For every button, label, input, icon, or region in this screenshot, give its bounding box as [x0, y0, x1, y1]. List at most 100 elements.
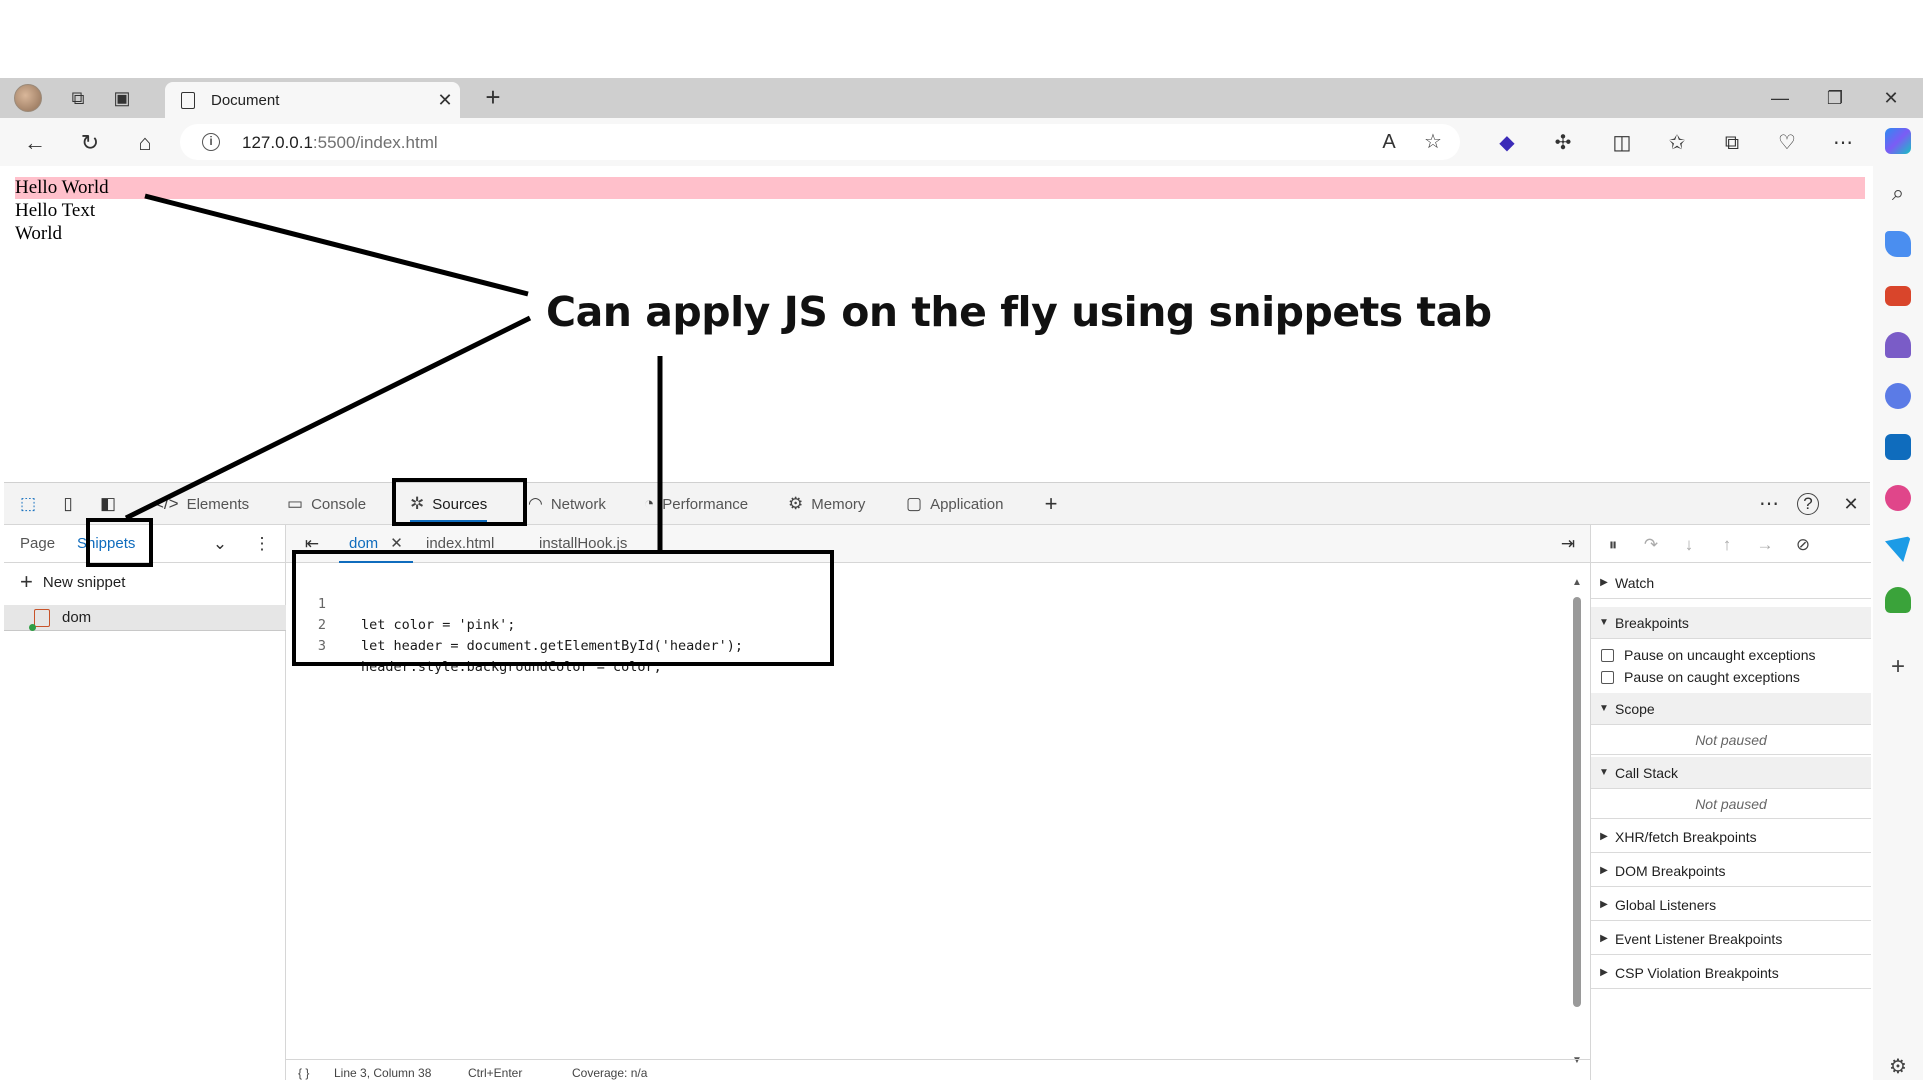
devtools-toolbar: ⬚ ▯ ◧ </> Elements ▭ Console ✲ Sources ◠ Net…	[4, 483, 1870, 525]
code-highlight-box	[292, 550, 834, 666]
close-devtools-icon[interactable]: ✕	[1839, 492, 1863, 516]
toggle-debugger-icon[interactable]: ⇥	[1556, 532, 1580, 556]
pane-title: Scope	[1615, 700, 1655, 717]
tab-actions-icon[interactable]: ▣	[107, 84, 137, 112]
address-bar[interactable]: i 127.0.0.1:5500/index.html A ☆	[180, 124, 1460, 160]
search-icon[interactable]: ⌕	[1885, 180, 1911, 206]
microsoft-365-icon[interactable]	[1885, 383, 1911, 409]
csp-violation-breakpoints-header[interactable]: ▶ CSP Violation Breakpoints	[1591, 957, 1871, 989]
shopping-icon[interactable]	[1885, 231, 1911, 257]
workspaces-icon[interactable]: ⧉	[63, 84, 93, 112]
favorites-icon[interactable]: ✩	[1660, 126, 1694, 160]
devtools-menu-icon[interactable]: ⋯	[1757, 492, 1781, 516]
pause-icon[interactable]: ⏸	[1601, 533, 1625, 557]
tab-memory[interactable]: ⚙ Memory	[788, 483, 865, 525]
site-info-icon[interactable]: i	[202, 133, 220, 151]
call-stack-pane-header[interactable]: ▼ Call Stack	[1591, 757, 1871, 789]
watch-pane-header[interactable]: ▶ Watch	[1591, 567, 1871, 599]
scroll-thumb[interactable]	[1573, 597, 1581, 1007]
split-screen-icon[interactable]: ◫	[1605, 126, 1639, 160]
expand-triangle-icon: ▶	[1600, 831, 1608, 842]
sidebar-settings-icon[interactable]: ⚙	[1885, 1054, 1911, 1080]
step-over-icon[interactable]: ↷	[1639, 533, 1663, 557]
chevron-down-icon[interactable]: ⌄	[208, 532, 232, 556]
add-sidebar-app-icon[interactable]: +	[1885, 654, 1911, 680]
checkbox[interactable]	[1601, 648, 1614, 662]
read-aloud-icon[interactable]: A	[1372, 125, 1406, 159]
favorite-star-icon[interactable]: ☆	[1416, 125, 1450, 159]
pane-title: XHR/fetch Breakpoints	[1615, 828, 1757, 845]
editor-status-bar: { } Line 3, Column 38 Ctrl+Enter Coverag…	[286, 1059, 1590, 1080]
home-icon[interactable]: ⌂	[128, 126, 162, 160]
url-text[interactable]: 127.0.0.1:5500/index.html	[242, 133, 438, 153]
device-emulation-icon[interactable]: ▯	[56, 492, 80, 516]
new-snippet-button[interactable]: + New snippet	[20, 569, 125, 595]
copilot-icon[interactable]	[1885, 128, 1911, 154]
extensions-puzzle-icon[interactable]: ✣	[1546, 126, 1580, 160]
scope-pane-header[interactable]: ▼ Scope	[1591, 693, 1871, 725]
expand-triangle-icon: ▶	[1600, 899, 1608, 910]
send-icon[interactable]	[1885, 536, 1911, 562]
more-tools-add-icon[interactable]: +	[1039, 492, 1063, 516]
pause-caught-checkbox[interactable]: Pause on caught exceptions	[1601, 667, 1800, 687]
browser-tab-document[interactable]: Document ✕	[165, 82, 460, 118]
top-margin	[0, 0, 1923, 78]
designer-icon[interactable]	[1885, 485, 1911, 511]
restore-button[interactable]: ❐	[1812, 82, 1858, 114]
step-out-icon[interactable]: ↑	[1715, 533, 1739, 557]
navigator-more-icon[interactable]: ⋮	[250, 532, 274, 556]
close-window-button[interactable]: ✕	[1868, 82, 1914, 114]
back-icon[interactable]: ←	[18, 126, 52, 160]
page-text-line: Hello Text	[15, 200, 96, 221]
expand-triangle-icon: ▶	[1600, 865, 1608, 876]
sources-navigator: Page Snippets ⌄ ⋮ + New snippet dom	[4, 525, 286, 1080]
pane-title: DOM Breakpoints	[1615, 862, 1726, 879]
editor-scrollbar[interactable]: ▲ ▼	[1572, 577, 1582, 1067]
outlook-icon[interactable]	[1885, 434, 1911, 460]
debugger-toolbar: ⏸ ↷ ↓ ↑ → ⊘	[1591, 525, 1871, 563]
xhr-breakpoints-header[interactable]: ▶ XHR/fetch Breakpoints	[1591, 821, 1871, 853]
scroll-up-icon[interactable]: ▲	[1572, 577, 1582, 588]
more-menu-icon[interactable]: ⋯	[1826, 126, 1860, 160]
tree-icon[interactable]	[1885, 587, 1911, 613]
collections-icon[interactable]: ⧉	[1715, 126, 1749, 160]
tab-network[interactable]: ◠ Network	[528, 483, 606, 525]
breakpoints-pane-header[interactable]: ▼ Breakpoints	[1591, 607, 1871, 639]
games-icon[interactable]	[1885, 332, 1911, 358]
help-icon[interactable]: ?	[1797, 493, 1819, 515]
collapse-triangle-icon: ▼	[1599, 767, 1609, 778]
inspect-element-icon[interactable]: ⬚	[16, 492, 40, 516]
run-snippet-hint[interactable]: Ctrl+Enter	[468, 1066, 522, 1080]
tab-elements[interactable]: </> Elements	[154, 483, 249, 525]
tools-icon[interactable]	[1885, 286, 1911, 306]
extension-icon[interactable]: ◆	[1490, 126, 1524, 160]
annotation-caption: Can apply JS on the fly using snippets t…	[546, 288, 1492, 336]
refresh-icon[interactable]: ↻	[73, 126, 107, 160]
global-listeners-header[interactable]: ▶ Global Listeners	[1591, 889, 1871, 921]
scope-status: Not paused	[1591, 725, 1871, 755]
tab-label: Memory	[811, 495, 866, 513]
sources-highlight-box	[392, 478, 527, 526]
tab-console[interactable]: ▭ Console	[287, 483, 366, 525]
collapse-triangle-icon: ▼	[1599, 617, 1609, 628]
step-icon[interactable]: →	[1753, 533, 1777, 557]
new-tab-button[interactable]: +	[478, 82, 508, 112]
deactivate-breakpoints-icon[interactable]: ⊘	[1791, 533, 1815, 557]
step-into-icon[interactable]: ↓	[1677, 533, 1701, 557]
minimize-button[interactable]: —	[1757, 82, 1803, 114]
checkbox[interactable]	[1601, 670, 1614, 684]
pause-uncaught-checkbox[interactable]: Pause on uncaught exceptions	[1601, 645, 1815, 665]
navigator-tab-page[interactable]: Page	[20, 525, 55, 563]
snippet-item-dom[interactable]: dom	[4, 605, 286, 631]
tab-performance[interactable]: ◔ Performance	[644, 483, 748, 525]
browser-essentials-icon[interactable]: ♡	[1770, 126, 1804, 160]
new-snippet-label: New snippet	[42, 573, 126, 591]
tab-close-icon[interactable]: ✕	[430, 90, 460, 111]
event-listener-breakpoints-header[interactable]: ▶ Event Listener Breakpoints	[1591, 923, 1871, 955]
dock-sidebar-icon[interactable]: ◧	[96, 492, 120, 516]
pretty-print-icon[interactable]: { }	[298, 1066, 309, 1080]
tab-application[interactable]: ▢ Application	[906, 483, 1003, 525]
checkbox-label: Pause on uncaught exceptions	[1624, 647, 1816, 663]
profile-avatar[interactable]	[14, 84, 42, 112]
dom-breakpoints-header[interactable]: ▶ DOM Breakpoints	[1591, 855, 1871, 887]
